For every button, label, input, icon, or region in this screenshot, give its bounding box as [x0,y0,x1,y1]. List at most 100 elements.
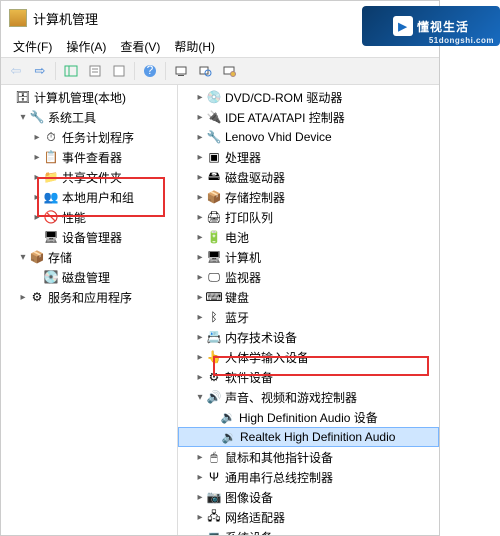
tree-item[interactable]: ▸🖨打印队列 [178,207,439,227]
tree-item-label: IDE ATA/ATAPI 控制器 [224,109,345,126]
expand-toggle[interactable]: ▾ [194,392,206,403]
device-tool-button[interactable] [218,60,240,82]
menu-help[interactable]: 帮助(H) [168,36,221,57]
left-tree[interactable]: 🗄计算机管理(本地)▾🔧系统工具▸⏱任务计划程序▸📋事件查看器▸📁共享文件夹▸👥… [1,85,178,535]
refresh2-button[interactable] [108,60,130,82]
expand-toggle[interactable]: ▸ [194,132,206,143]
show-hide-button[interactable] [60,60,82,82]
expand-toggle[interactable]: ▸ [194,252,206,263]
users-icon: 👥 [43,189,59,205]
tree-item[interactable]: ▸👥本地用户和组 [1,187,177,207]
mmc-icon [9,9,27,27]
nav-forward-button[interactable]: ⇨ [29,60,51,82]
expand-toggle[interactable]: ▾ [17,112,29,123]
scan-button[interactable] [194,60,216,82]
usb-icon: Ψ [206,469,222,485]
tree-item[interactable]: ▸📁共享文件夹 [1,167,177,187]
expand-toggle[interactable]: ▸ [194,512,206,523]
expand-toggle[interactable]: ▸ [17,292,29,303]
expand-toggle[interactable]: ▸ [194,492,206,503]
tree-item[interactable]: ▸ᛒ蓝牙 [178,307,439,327]
tree-item[interactable]: ▸📋事件查看器 [1,147,177,167]
tree-item[interactable]: ▸▣处理器 [178,147,439,167]
tree-item-label: 存储 [47,249,72,266]
tree-item[interactable]: ▸⚙软件设备 [178,367,439,387]
expand-toggle[interactable]: ▸ [194,112,206,123]
help-button[interactable]: ? [139,60,161,82]
expand-toggle[interactable]: ▸ [194,452,206,463]
expand-toggle[interactable]: ▸ [31,192,43,203]
tree-item[interactable]: ▸⏱任务计划程序 [1,127,177,147]
expand-toggle[interactable]: ▸ [194,192,206,203]
tree-item[interactable]: ▸🖥计算机 [178,247,439,267]
tree-item-label: 声音、视频和游戏控制器 [224,389,357,406]
tree-item[interactable]: ▸⌨键盘 [178,287,439,307]
tree-item-label: 软件设备 [224,369,273,386]
separator [55,62,56,80]
expand-toggle[interactable]: ▾ [17,252,29,263]
perf-icon: 🚫 [43,209,59,225]
expand-toggle[interactable]: ▸ [194,212,206,223]
tree-item-label: 鼠标和其他指针设备 [224,449,333,466]
menu-action[interactable]: 操作(A) [60,36,112,57]
tree-item[interactable]: ▸👆人体学输入设备 [178,347,439,367]
tree-item[interactable]: 🔉High Definition Audio 设备 [178,407,439,427]
tree-item[interactable]: ▸🔌IDE ATA/ATAPI 控制器 [178,107,439,127]
expand-toggle[interactable]: ▸ [194,232,206,243]
nav-back-button[interactable]: ⇦ [5,60,27,82]
tree-item[interactable]: ▾🔧系统工具 [1,107,177,127]
window-title: 计算机管理 [33,9,98,28]
tree-item[interactable]: ▸📦存储控制器 [178,187,439,207]
expand-toggle[interactable]: ▸ [194,312,206,323]
tree-item-label: 性能 [61,209,86,226]
image-icon: 📷 [206,489,222,505]
tree-item[interactable]: ▸🖵监视器 [178,267,439,287]
tree-item[interactable]: ▸📇内存技术设备 [178,327,439,347]
tree-item[interactable]: ▸🖴磁盘驱动器 [178,167,439,187]
expand-toggle[interactable]: ▸ [194,292,206,303]
tree-item-label: 图像设备 [224,489,273,506]
arrow-left-icon: ⇦ [11,63,22,79]
tree-item-label: 设备管理器 [61,229,122,246]
expand-toggle[interactable]: ▸ [31,152,43,163]
expand-toggle[interactable]: ▸ [194,92,206,103]
tree-item[interactable]: ▸🖧网络适配器 [178,507,439,527]
expand-toggle[interactable]: ▸ [194,172,206,183]
keyboard-icon: ⌨ [206,289,222,305]
tree-item[interactable]: ▸🔋电池 [178,227,439,247]
separator [165,62,166,80]
tree-item[interactable]: ▸💿DVD/CD-ROM 驱动器 [178,87,439,107]
pc-tool-button[interactable] [170,60,192,82]
expand-toggle[interactable]: ▸ [31,172,43,183]
tree-item[interactable]: 🗄计算机管理(本地) [1,87,177,107]
expand-toggle[interactable]: ▸ [31,212,43,223]
expand-toggle[interactable]: ▸ [194,372,206,383]
tree-item[interactable]: 🖥设备管理器 [1,227,177,247]
tree-item[interactable]: 🔉Realtek High Definition Audio [178,427,439,447]
expand-toggle[interactable]: ▸ [194,472,206,483]
expand-toggle[interactable]: ▸ [194,532,206,536]
properties-button[interactable] [84,60,106,82]
tree-item[interactable]: ▸🔧Lenovo Vhid Device [178,127,439,147]
tree-item[interactable]: 💽磁盘管理 [1,267,177,287]
tree-item-label: 电池 [224,229,249,246]
expand-toggle[interactable]: ▸ [194,272,206,283]
expand-toggle[interactable]: ▸ [194,352,206,363]
menu-file[interactable]: 文件(F) [7,36,58,57]
expand-toggle[interactable]: ▸ [194,332,206,343]
tree-item[interactable]: ▸🚫性能 [1,207,177,227]
expand-toggle[interactable]: ▸ [194,152,206,163]
mouse-icon: 🖱 [206,449,222,465]
tree-item[interactable]: ▾🔊声音、视频和游戏控制器 [178,387,439,407]
expand-toggle[interactable]: ▸ [31,132,43,143]
tree-item[interactable]: ▸🖱鼠标和其他指针设备 [178,447,439,467]
tree-item[interactable]: ▸Ψ通用串行总线控制器 [178,467,439,487]
right-tree[interactable]: ▸💿DVD/CD-ROM 驱动器▸🔌IDE ATA/ATAPI 控制器▸🔧Len… [178,85,439,535]
tree-item[interactable]: ▸💻系统设备 [178,527,439,535]
tree-item[interactable]: ▸⚙服务和应用程序 [1,287,177,307]
tree-item[interactable]: ▸📷图像设备 [178,487,439,507]
toolbar: ⇦ ⇨ ? [1,57,439,85]
tree-item[interactable]: ▾📦存储 [1,247,177,267]
tree-item-label: 事件查看器 [61,149,122,166]
menu-view[interactable]: 查看(V) [114,36,166,57]
